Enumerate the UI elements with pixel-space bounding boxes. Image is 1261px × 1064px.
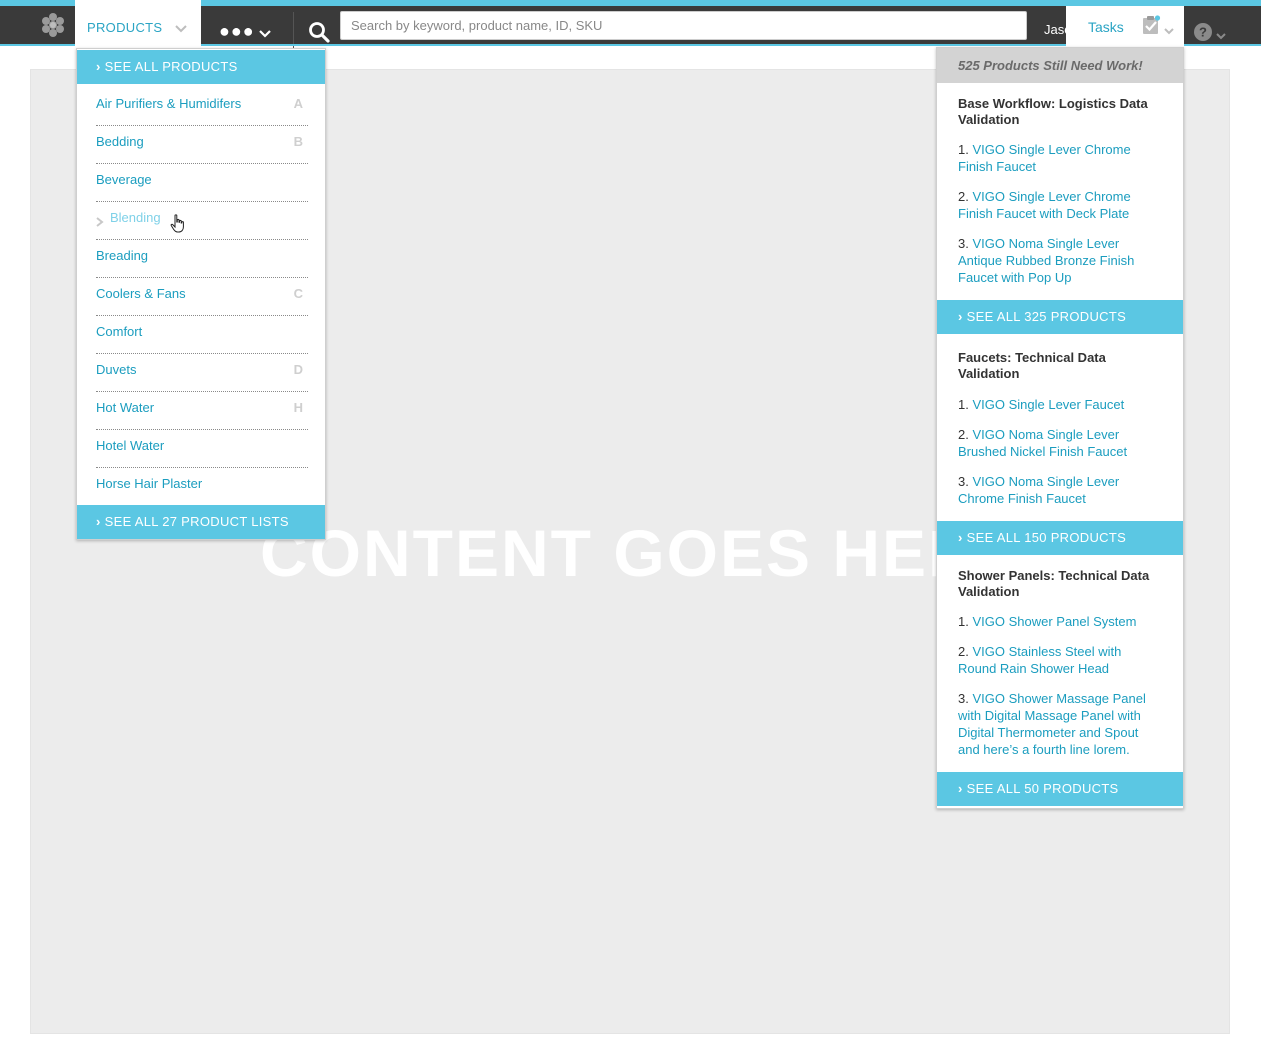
task-list-item[interactable]: 3. VIGO Shower Massage Panel with Digita…: [958, 690, 1163, 758]
product-category-item[interactable]: Coolers & Fans C: [96, 278, 308, 316]
task-item-number: 3.: [958, 236, 969, 251]
tasks-tab-label: Tasks: [1088, 19, 1124, 35]
chevron-right-icon: ›: [958, 309, 963, 324]
see-all-product-lists-button[interactable]: › SEE ALL 27 PRODUCT LISTS: [77, 505, 325, 539]
category-label: Blending: [110, 210, 161, 225]
see-all-150-products-button[interactable]: › SEE ALL 150 PRODUCTS: [937, 521, 1183, 555]
chevron-down-icon: [175, 20, 187, 38]
logo-icon[interactable]: [40, 12, 66, 38]
see-all-product-lists-label: SEE ALL 27 PRODUCT LISTS: [104, 514, 289, 529]
content-placeholder-text: CONTENT GOES HERE: [260, 516, 1024, 590]
clipboard-check-icon: [1141, 15, 1161, 40]
product-category-item[interactable]: Air Purifiers & Humidifers A: [96, 88, 308, 126]
product-category-item[interactable]: Beverage: [96, 164, 308, 202]
task-item-number: 2.: [958, 189, 969, 204]
task-product-link[interactable]: VIGO Stainless Steel with Round Rain Sho…: [958, 644, 1121, 676]
tasks-dropdown: 525 Products Still Need Work! Base Workf…: [936, 47, 1184, 809]
task-product-link[interactable]: VIGO Single Lever Chrome Finish Faucet: [958, 142, 1131, 174]
category-label: Bedding: [96, 134, 144, 149]
category-label: Coolers & Fans: [96, 286, 186, 301]
category-label: Duvets: [96, 362, 137, 377]
alpha-index-letter: H: [293, 400, 303, 415]
task-item-number: 2.: [958, 427, 969, 442]
task-item-number: 3.: [958, 474, 969, 489]
tasks-summary-header: 525 Products Still Need Work!: [937, 48, 1183, 83]
see-all-label: SEE ALL 150 PRODUCTS: [966, 530, 1127, 545]
category-label: Breading: [96, 248, 149, 263]
task-product-link[interactable]: VIGO Shower Panel System: [972, 614, 1136, 629]
task-item-number: 3.: [958, 691, 969, 706]
product-category-item[interactable]: Bedding B: [96, 126, 308, 164]
see-all-products-label: SEE ALL PRODUCTS: [104, 59, 238, 74]
task-list-item[interactable]: 1. VIGO Single Lever Chrome Finish Fauce…: [958, 141, 1163, 175]
search-input[interactable]: [340, 11, 1027, 40]
product-category-item[interactable]: Comfort: [96, 316, 308, 354]
task-list-item[interactable]: 1. VIGO Single Lever Faucet: [958, 396, 1163, 413]
products-dropdown: › SEE ALL PRODUCTS Air Purifiers & Humidi…: [76, 48, 326, 540]
task-group-title: Faucets: Technical Data Validation: [958, 350, 1106, 381]
task-item-number: 1.: [958, 142, 969, 157]
task-list-item[interactable]: 3. VIGO Noma Single Lever Antique Rubbed…: [958, 235, 1163, 286]
category-label: Beverage: [96, 172, 152, 187]
task-group-title: Base Workflow: Logistics Data Validation: [958, 96, 1148, 127]
task-product-link[interactable]: VIGO Shower Massage Panel with Digital M…: [958, 691, 1146, 757]
see-all-325-products-button[interactable]: › SEE ALL 325 PRODUCTS: [937, 300, 1183, 334]
product-category-item[interactable]: Horse Hair Plaster: [96, 468, 308, 506]
task-product-link[interactable]: VIGO Single Lever Chrome Finish Faucet w…: [958, 189, 1131, 221]
task-list-item[interactable]: 2. VIGO Single Lever Chrome Finish Fauce…: [958, 188, 1163, 222]
task-item-number: 1.: [958, 397, 969, 412]
category-label: Air Purifiers & Humidifers: [96, 96, 242, 111]
chevron-right-icon: ›: [958, 781, 963, 796]
alpha-index-letter: D: [293, 362, 303, 377]
task-list-item[interactable]: 3. VIGO Noma Single Lever Chrome Finish …: [958, 473, 1163, 507]
see-all-50-products-button[interactable]: › SEE ALL 50 PRODUCTS: [937, 772, 1183, 806]
category-label: Comfort: [96, 324, 143, 339]
task-item-number: 2.: [958, 644, 969, 659]
category-label: Horse Hair Plaster: [96, 476, 203, 491]
user-name[interactable]: Jason: [1044, 22, 1066, 37]
tasks-menu-button[interactable]: Tasks: [1066, 6, 1184, 47]
task-product-link[interactable]: VIGO Noma Single Lever Brushed Nickel Fi…: [958, 427, 1127, 459]
task-product-link[interactable]: VIGO Single Lever Faucet: [972, 397, 1124, 412]
task-list-item[interactable]: 1. VIGO Shower Panel System: [958, 613, 1163, 630]
alpha-index-letter: C: [293, 286, 303, 301]
chevron-right-icon: ›: [958, 530, 963, 545]
chevron-down-icon[interactable]: [1216, 27, 1226, 45]
product-category-item[interactable]: Breading: [96, 240, 308, 278]
svg-text:?: ?: [1199, 25, 1207, 40]
category-label: Hotel Water: [96, 438, 165, 453]
category-label: Hot Water: [96, 400, 155, 415]
product-category-item-hovered[interactable]: Blending: [96, 202, 308, 240]
see-all-label: SEE ALL 325 PRODUCTS: [966, 309, 1127, 324]
products-menu-button[interactable]: PRODUCTS: [75, 0, 201, 46]
chevron-down-icon: [259, 25, 271, 43]
alpha-index-letter: A: [293, 96, 303, 111]
product-category-item[interactable]: Hot Water H: [96, 392, 308, 430]
task-product-link[interactable]: VIGO Noma Single Lever Chrome Finish Fau…: [958, 474, 1119, 506]
see-all-label: SEE ALL 50 PRODUCTS: [966, 781, 1119, 796]
task-item-number: 1.: [958, 614, 969, 629]
more-menu-button[interactable]: ●●●: [201, 12, 294, 52]
chevron-right-icon: ›: [96, 514, 101, 529]
chevron-right-icon: ›: [96, 59, 101, 74]
task-list-item[interactable]: 2. VIGO Noma Single Lever Brushed Nickel…: [958, 426, 1163, 460]
see-all-products-button[interactable]: › SEE ALL PRODUCTS: [77, 50, 325, 84]
products-tab-label: PRODUCTS: [87, 20, 163, 35]
task-product-link[interactable]: VIGO Noma Single Lever Antique Rubbed Br…: [958, 236, 1134, 285]
hand-cursor-icon: [170, 214, 186, 239]
task-list-item[interactable]: 2. VIGO Stainless Steel with Round Rain …: [958, 643, 1163, 677]
chevron-right-icon: [96, 214, 104, 232]
chevron-down-icon: [1164, 22, 1174, 40]
task-group-title: Shower Panels: Technical Data Validation: [958, 568, 1150, 599]
alpha-index-letter: B: [293, 134, 303, 149]
more-dots-icon: ●●●: [219, 21, 255, 41]
product-category-item[interactable]: Duvets D: [96, 354, 308, 392]
product-category-item[interactable]: Hotel Water: [96, 430, 308, 468]
